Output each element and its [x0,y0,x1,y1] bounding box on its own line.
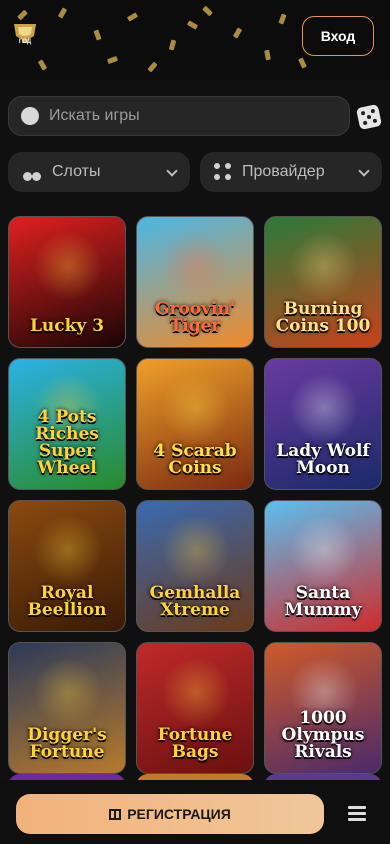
cherry-icon [22,162,42,182]
game-title: Santa Mummy [284,583,362,620]
confetti-piece [168,39,177,51]
logo-label: ГОД [18,39,32,45]
confetti-piece [147,61,158,73]
provider-grid-icon [214,163,232,181]
game-tile[interactable]: Lucky 3 [8,216,126,348]
game-title: Gemhalla Xtreme [149,583,241,620]
provider-filter-dropdown[interactable]: Провайдер [200,152,382,192]
game-title: Lucky 3 [29,316,105,336]
game-artwork [33,515,103,585]
game-title: 1000 Olympus Rivals [281,708,365,762]
confetti-piece [106,55,119,65]
confetti-piece [93,29,102,41]
game-artwork [161,231,231,301]
confetti-piece [202,5,213,17]
search-icon [21,107,39,125]
login-button[interactable]: Вход [302,16,374,56]
confetti-piece [186,20,199,30]
game-artwork [161,373,231,443]
game-artwork [289,373,359,443]
game-artwork [161,515,231,585]
confetti-piece [57,7,68,19]
game-tile[interactable]: 4 Scarab Coins [136,358,254,490]
slots-filter-dropdown[interactable]: Слоты [8,152,190,192]
game-artwork [161,657,231,727]
game-title: 4 Pots Riches Super Wheel [35,407,99,478]
search-input[interactable] [49,107,329,125]
provider-filter-label: Провайдер [242,163,325,180]
game-artwork [289,515,359,585]
register-label: РЕГИСТРАЦИЯ [127,806,231,822]
game-title: Royal Beellion [27,583,107,620]
confetti-piece [278,13,287,25]
game-tile[interactable]: Fortune Bags [136,642,254,774]
confetti-piece [264,49,271,61]
confetti-piece [232,27,243,39]
game-tile[interactable]: Royal Beellion [8,500,126,632]
chevron-down-icon [358,165,370,177]
game-tile[interactable]: 1000 Olympus Rivals [264,642,382,774]
game-artwork [33,657,103,727]
gift-icon [109,808,122,820]
confetti-piece [126,12,139,22]
search-bar[interactable] [8,96,350,136]
game-title: 4 Scarab Coins [153,441,237,478]
game-tile[interactable]: Gemhalla Xtreme [136,500,254,632]
confetti-piece [37,59,48,71]
slots-filter-label: Слоты [52,163,101,180]
hamburger-menu-icon[interactable] [348,806,366,822]
chevron-down-icon [166,165,178,177]
game-tile[interactable]: Lady Wolf Moon [264,358,382,490]
confetti-piece [298,57,307,69]
game-tile[interactable]: Santa Mummy [264,500,382,632]
game-tile[interactable]: 4 Pots Riches Super Wheel [8,358,126,490]
game-artwork [289,231,359,301]
game-tile[interactable]: Groovin' Tiger [136,216,254,348]
random-game-dice-icon[interactable] [355,103,383,131]
register-button[interactable]: РЕГИСТРАЦИЯ [16,794,324,834]
game-artwork [33,231,103,301]
game-tile[interactable]: Burning Coins 100 [264,216,382,348]
game-title: Burning Coins 100 [275,299,371,336]
game-grid: Lucky 3 Groovin' Tiger Burning Coins 100 4 … [8,216,382,774]
confetti-piece [17,9,28,21]
game-title: Lady Wolf Moon [276,441,370,478]
header: ГОД Вход [0,0,390,80]
game-title: Fortune Bags [157,725,233,762]
game-title: Digger's Fortune [27,725,107,762]
game-tile[interactable]: Digger's Fortune [8,642,126,774]
game-title: Groovin' Tiger [154,299,236,336]
